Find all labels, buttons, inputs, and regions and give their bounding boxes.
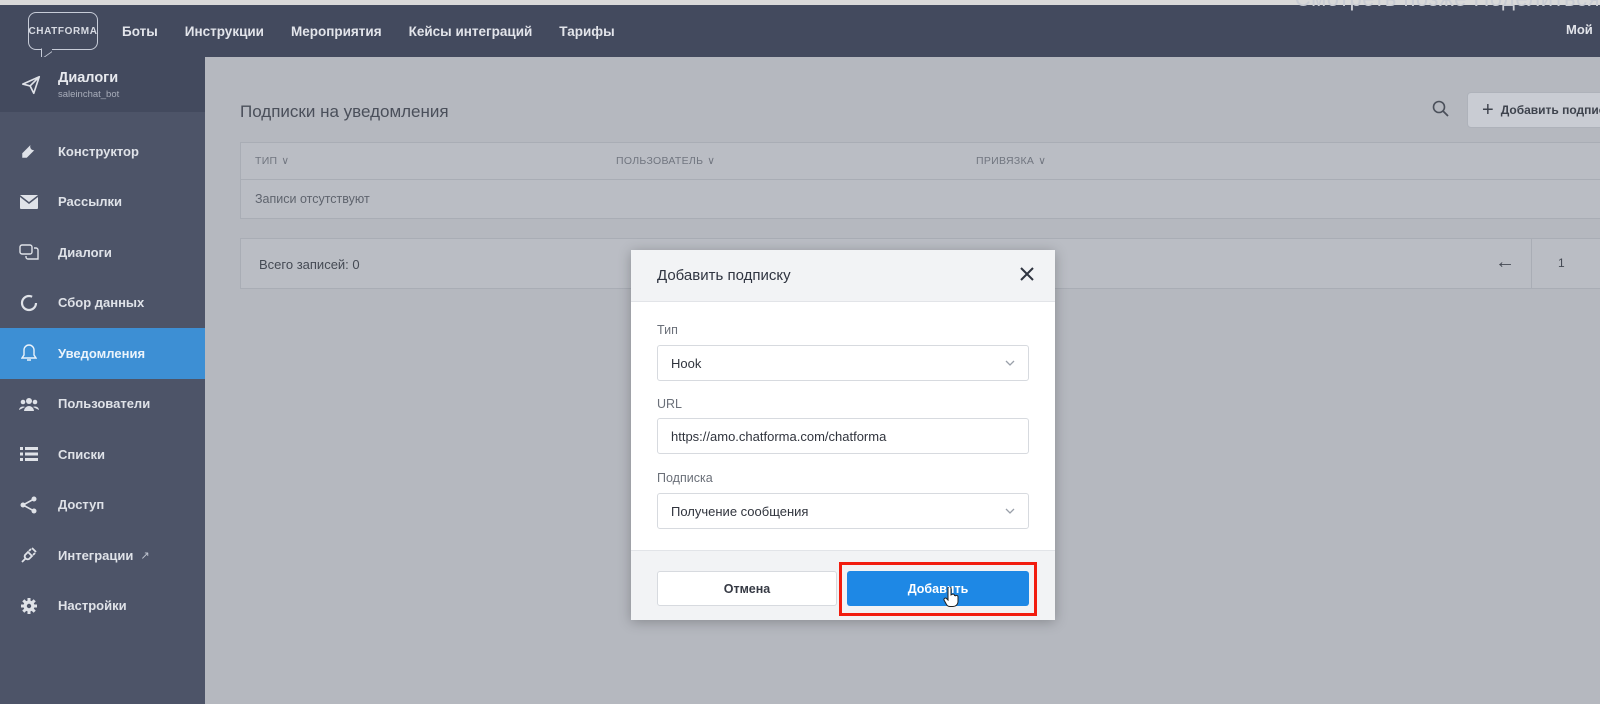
plus-icon: + <box>1482 98 1494 121</box>
sidebar-item-label: Уведомления <box>58 345 146 361</box>
paper-plane-icon <box>21 75 41 94</box>
sidebar-item-label: Конструктор <box>58 143 139 159</box>
column-header-user[interactable]: ПОЛЬЗОВАТЕЛЬ ∨ <box>616 155 715 167</box>
bot-header[interactable]: Диалоги saleinchat_bot <box>0 57 205 112</box>
sidebar-item-label: Пользователи <box>58 396 151 412</box>
prev-page-arrow-icon[interactable]: ← <box>1495 251 1515 274</box>
type-label: Тип <box>657 323 678 337</box>
type-select-value: Hook <box>671 355 702 371</box>
page-title: Подписки на уведомления <box>240 102 449 121</box>
chevron-down-icon: ∨ <box>707 155 716 167</box>
modal-header: Добавить подписку <box>631 250 1055 302</box>
subscription-select[interactable]: Получение сообщения <box>657 493 1029 529</box>
plug-icon <box>19 545 39 565</box>
gear-icon <box>19 596 39 616</box>
url-input[interactable]: https://amo.chatforma.com/chatforma <box>657 418 1029 454</box>
subscriptions-table: ТИП ∨ ПОЛЬЗОВАТЕЛЬ ∨ ПРИВЯЗКА ∨ Записи отсу… <box>240 142 1600 219</box>
share-icon <box>19 495 39 515</box>
sidebar-item-data-collection[interactable]: Сбор данных <box>0 278 205 329</box>
sidebar-item-mailings[interactable]: Рассылки <box>0 177 205 228</box>
sidebar-item-label: Доступ <box>58 497 105 513</box>
type-select[interactable]: Hook <box>657 345 1029 381</box>
top-nav: CHATFORMA Боты Инструкции Мероприятия Ке… <box>0 5 1600 57</box>
cancel-button[interactable]: Отмена <box>657 571 837 606</box>
add-button[interactable]: Добавить <box>847 571 1029 606</box>
chevron-down-icon: ∨ <box>1038 155 1047 167</box>
sidebar-item-settings[interactable]: Настройки <box>0 581 205 632</box>
chat-icon <box>19 242 39 262</box>
empty-state-text: Записи отсутствуют <box>255 192 370 206</box>
url-input-value: https://amo.chatforma.com/chatforma <box>671 428 887 444</box>
sidebar-item-integrations[interactable]: Интеграции ↗ <box>0 530 205 581</box>
modal-footer: Отмена Добавить <box>631 550 1055 620</box>
sidebar-item-label: Настройки <box>58 598 127 614</box>
sidebar-item-label: Сбор данных <box>58 295 145 311</box>
hand-cursor-icon <box>943 587 959 607</box>
chevron-down-icon: ∨ <box>281 155 290 167</box>
nav-link-pricing[interactable]: Тарифы <box>559 24 614 39</box>
bot-username: saleinchat_bot <box>58 88 120 100</box>
close-icon[interactable] <box>1017 264 1037 284</box>
chevron-down-icon <box>1005 360 1015 366</box>
add-subscription-label: Добавить подписку <box>1500 103 1600 117</box>
nav-link-cases[interactable]: Кейсы интеграций <box>409 24 533 39</box>
envelope-icon <box>19 192 39 212</box>
pagination: 1 <box>1531 238 1600 289</box>
sidebar-item-label: Диалоги <box>58 244 112 260</box>
sidebar-item-lists[interactable]: Списки <box>0 429 205 480</box>
nav-link-events[interactable]: Мероприятия <box>291 24 382 39</box>
bell-icon <box>19 343 39 363</box>
chevron-down-icon <box>1005 508 1015 514</box>
column-header-binding[interactable]: ПРИВЯЗКА ∨ <box>976 155 1046 167</box>
circle-chart-icon <box>19 293 39 313</box>
modal-title: Добавить подписку <box>657 267 791 284</box>
sidebar-item-constructor[interactable]: Конструктор <box>0 126 205 177</box>
nav-link-instructions[interactable]: Инструкции <box>185 24 264 39</box>
sidebar-item-notifications[interactable]: Уведомления <box>0 328 205 379</box>
table-header: ТИП ∨ ПОЛЬЗОВАТЕЛЬ ∨ ПРИВЯЗКА ∨ <box>241 143 1600 180</box>
users-icon <box>19 394 39 414</box>
nav-link-bots[interactable]: Боты <box>122 24 158 39</box>
column-header-type[interactable]: ТИП ∨ <box>255 155 289 167</box>
subscription-select-value: Получение сообщения <box>671 503 809 519</box>
total-records: Всего записей: 0 <box>259 257 360 272</box>
sidebar-item-dialogs[interactable]: Диалоги <box>0 227 205 278</box>
video-overlay-text: Смотреть позже Поделиться <box>1295 0 1600 12</box>
nav-links: Боты Инструкции Мероприятия Кейсы интегр… <box>122 24 642 39</box>
external-link-icon: ↗ <box>140 549 150 562</box>
chatforma-logo[interactable]: CHATFORMA <box>28 12 98 50</box>
sidebar-item-users[interactable]: Пользователи <box>0 379 205 430</box>
sidebar-item-label: Рассылки <box>58 194 123 210</box>
sidebar-item-access[interactable]: Доступ <box>0 480 205 531</box>
wrench-icon <box>19 141 39 161</box>
sidebar-item-label: Списки <box>58 446 105 462</box>
account-menu[interactable]: Мой <box>1566 22 1600 37</box>
add-subscription-button[interactable]: + Добавить подписку <box>1467 92 1600 128</box>
page-number[interactable]: 1 <box>1558 256 1565 270</box>
bot-title: Диалоги <box>58 69 119 86</box>
subscription-label: Подписка <box>657 471 713 485</box>
sidebar-item-label: Интеграции <box>58 547 134 563</box>
search-icon[interactable] <box>1431 99 1451 119</box>
sidebar: Диалоги saleinchat_bot Конструктор Рассы… <box>0 57 205 704</box>
add-subscription-modal: Добавить подписку Тип Hook URL https://a… <box>631 250 1055 620</box>
url-label: URL <box>657 397 683 411</box>
list-icon <box>19 444 39 464</box>
